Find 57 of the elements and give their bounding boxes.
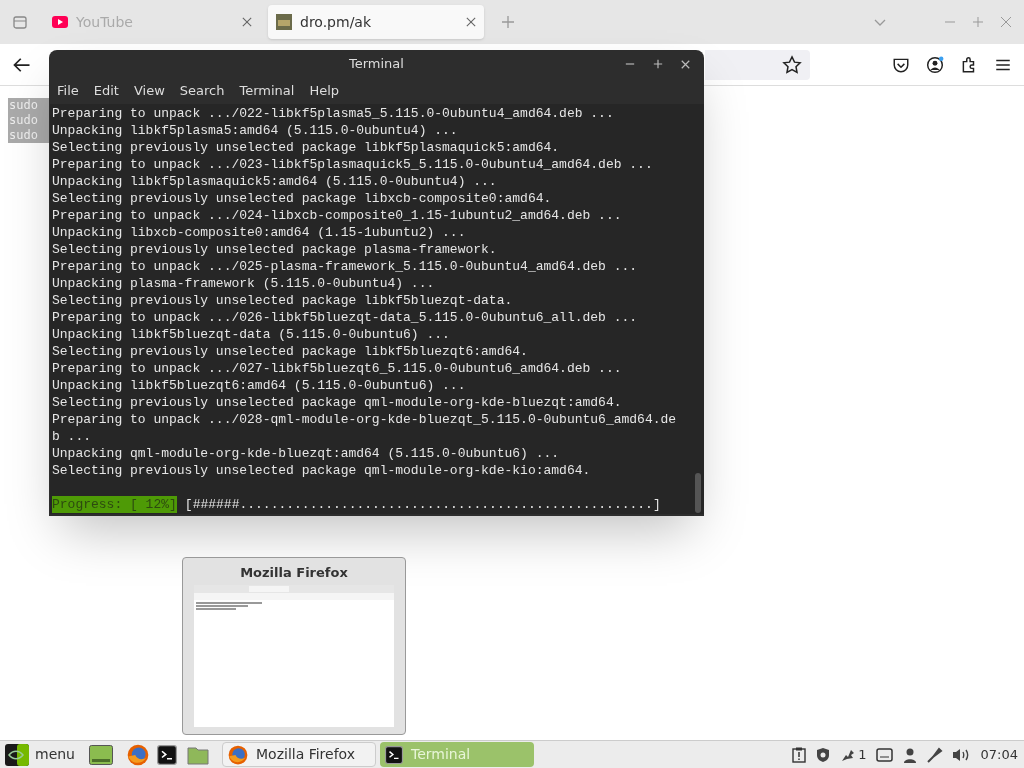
menu-item[interactable]: Terminal [239,81,295,101]
show-desktop-icon[interactable] [89,744,113,765]
close-icon[interactable] [242,17,252,27]
menu-item[interactable]: Help [309,81,340,101]
plug-icon[interactable] [926,746,943,763]
maximize-button[interactable] [653,59,663,69]
terminal-line: Selecting previously unselected package libxcb-composite0:amd64. [52,190,553,207]
terminal-line: Selecting previously unselected package libkf5bluezqt6:amd64. [52,343,529,360]
taskbar-window-button[interactable]: Mozilla Firefox [222,742,376,767]
terminal-line: Preparing to unpack .../024-libxcb-composite0_1.15-1ubuntu2_amd64.deb ... [52,207,623,224]
terminal-line: b ... [52,428,92,445]
globe-icon[interactable] [127,743,149,766]
close-button[interactable] [681,59,690,69]
notification-count: 1 [858,745,867,764]
terminal-line: Unpacking plasma-framework (5.115.0-0ubuntu4) ... [52,275,436,292]
clipboard-icon[interactable] [792,746,807,763]
terminal-line: Preparing to unpack .../028-qml-module-org-kde-bluezqt_5.115.0-0ubuntu6_amd64.de [52,411,678,428]
globe-icon[interactable] [228,744,248,765]
clock: 07:04 [980,745,1018,764]
volume-icon[interactable] [951,746,970,763]
terminal-line: Unpacking qml-module-org-kde-bluezqt:amd64 (5.115.0-0ubuntu6) ... [52,445,561,462]
menu-item[interactable]: Search [179,81,225,101]
terminal-line: Preparing to unpack .../023-libkf5plasmaquick5_5.115.0-0ubuntu4_amd64.deb ... [52,156,654,173]
shield-icon[interactable] [815,746,832,763]
folder-icon[interactable] [187,744,209,765]
terminal-line: Unpacking libkf5plasmaquick5:amd64 (5.115.0-0ubuntu4) ... [52,173,498,190]
address-bar[interactable] [705,49,810,80]
terminal-line: Preparing to unpack .../026-libkf5bluezqt-data_5.115.0-0ubuntu6_all.deb ... [52,309,639,326]
preview-title: Mozilla Firefox [240,564,348,582]
terminal-icon[interactable] [385,745,403,764]
menu-item[interactable]: File [57,81,79,101]
account-icon[interactable] [926,55,944,74]
terminal-line: Preparing to unpack .../025-plasma-framework_5.115.0-0ubuntu4_amd64.deb ... [52,258,639,275]
window-title: Terminal [349,55,404,74]
star-icon[interactable] [782,54,802,75]
scrollbar-thumb[interactable] [695,473,701,513]
terminal-line: Selecting previously unselected package qml-module-org-kde-bluezqt:amd64. [52,394,623,411]
keyboard-icon[interactable] [875,747,893,762]
terminal-line: Unpacking libkf5bluezqt6:amd64 (5.115.0-0ubuntu6) ... [52,377,467,394]
site-icon [276,14,292,30]
browser-tab[interactable]: dro.pm/ak [268,5,484,39]
menu-item[interactable]: Edit [93,81,119,101]
menu-button[interactable]: menu [0,741,79,768]
menu-item[interactable]: View [133,81,165,101]
terminal-line: Preparing to unpack .../027-libkf5bluezqt6_5.115.0-0ubuntu6_amd64.deb ... [52,360,623,377]
terminal-icon[interactable] [157,744,177,765]
terminal-line: Unpacking libkf5bluezqt-data (5.115.0-0ubuntu6) ... [52,326,451,343]
terminal-line: Unpacking libxcb-composite0:amd64 (1.15-1ubuntu2) ... [52,224,467,241]
terminal-line: Selecting previously unselected package qml-module-org-kde-kio:amd64. [52,462,592,479]
close-icon[interactable] [466,17,476,27]
user-icon[interactable] [901,746,918,763]
terminal-line: Selecting previously unselected package libkf5bluezqt-data. [52,292,514,309]
progress-bar-text: [######.....................................................] [184,496,661,513]
terminal-line: Selecting previously unselected package plasma-framework. [52,241,498,258]
video-icon [52,16,68,28]
progress-label: Progress: [ 12%] [52,496,177,513]
logo-icon [5,743,29,766]
